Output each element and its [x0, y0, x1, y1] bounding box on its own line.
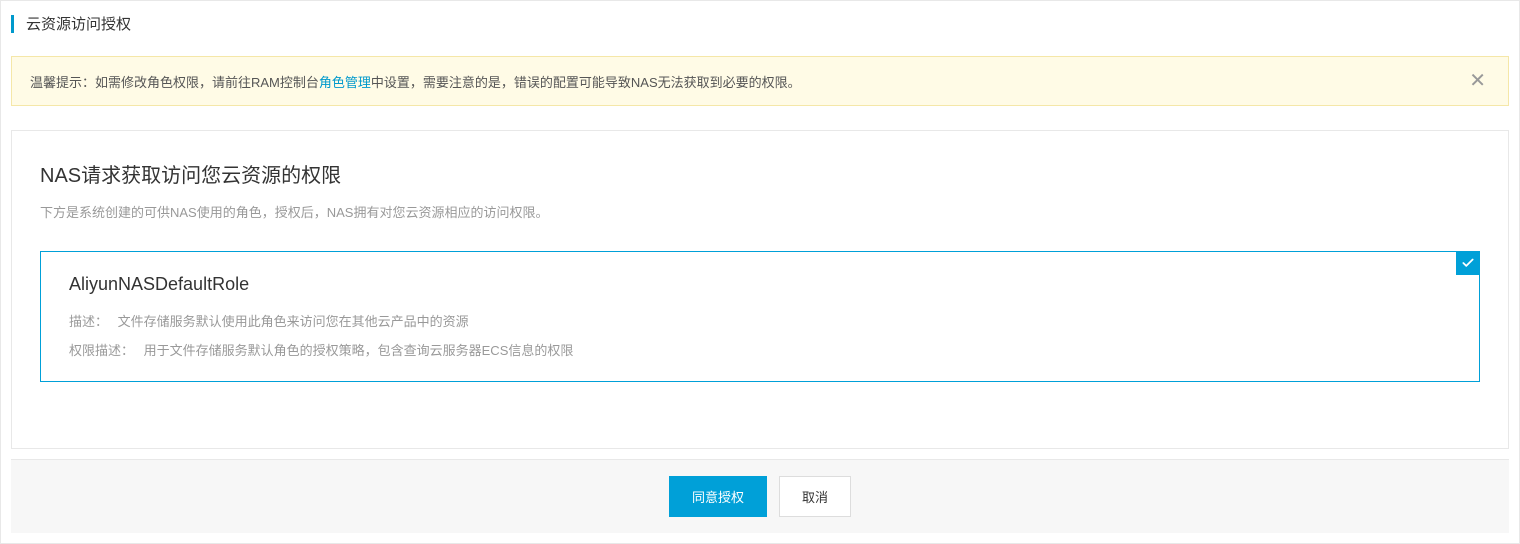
role-desc-label: 描述： [69, 314, 108, 329]
content-panel: NAS请求获取访问您云资源的权限 下方是系统创建的可供NAS使用的角色，授权后，… [11, 130, 1509, 449]
alert-text: 温馨提示：如需修改角色权限，请前往RAM控制台 角色管理 中设置，需要注意的是，… [30, 72, 801, 91]
agree-button[interactable]: 同意授权 [669, 476, 767, 517]
role-permission-row: 权限描述： 用于文件存储服务默认角色的授权策略，包含查询云服务器ECS信息的权限 [69, 340, 1451, 359]
role-name: AliyunNASDefaultRole [69, 274, 1451, 295]
role-card[interactable]: AliyunNASDefaultRole 描述： 文件存储服务默认使用此角色来访… [40, 251, 1480, 382]
close-icon[interactable]: ✕ [1465, 71, 1490, 91]
alert-banner: 温馨提示：如需修改角色权限，请前往RAM控制台 角色管理 中设置，需要注意的是，… [11, 56, 1509, 106]
header-accent-bar [11, 15, 14, 33]
role-perm-label: 权限描述： [69, 343, 134, 358]
role-perm-value: 用于文件存储服务默认角色的授权策略，包含查询云服务器ECS信息的权限 [144, 343, 574, 358]
selected-check-icon [1456, 251, 1480, 275]
footer-actions: 同意授权 取消 [11, 459, 1509, 533]
cancel-button[interactable]: 取消 [779, 476, 851, 517]
alert-prefix: 温馨提示：如需修改角色权限，请前往RAM控制台 [30, 72, 319, 91]
page-header: 云资源访问授权 [1, 1, 1519, 46]
page-title: 云资源访问授权 [26, 13, 131, 34]
content-title: NAS请求获取访问您云资源的权限 [40, 159, 1480, 188]
alert-suffix: 中设置，需要注意的是，错误的配置可能导致NAS无法获取到必要的权限。 [371, 72, 801, 91]
content-subtitle: 下方是系统创建的可供NAS使用的角色，授权后，NAS拥有对您云资源相应的访问权限… [40, 202, 1480, 221]
role-desc-value: 文件存储服务默认使用此角色来访问您在其他云产品中的资源 [118, 314, 469, 329]
role-description-row: 描述： 文件存储服务默认使用此角色来访问您在其他云产品中的资源 [69, 311, 1451, 330]
role-management-link[interactable]: 角色管理 [319, 72, 371, 91]
